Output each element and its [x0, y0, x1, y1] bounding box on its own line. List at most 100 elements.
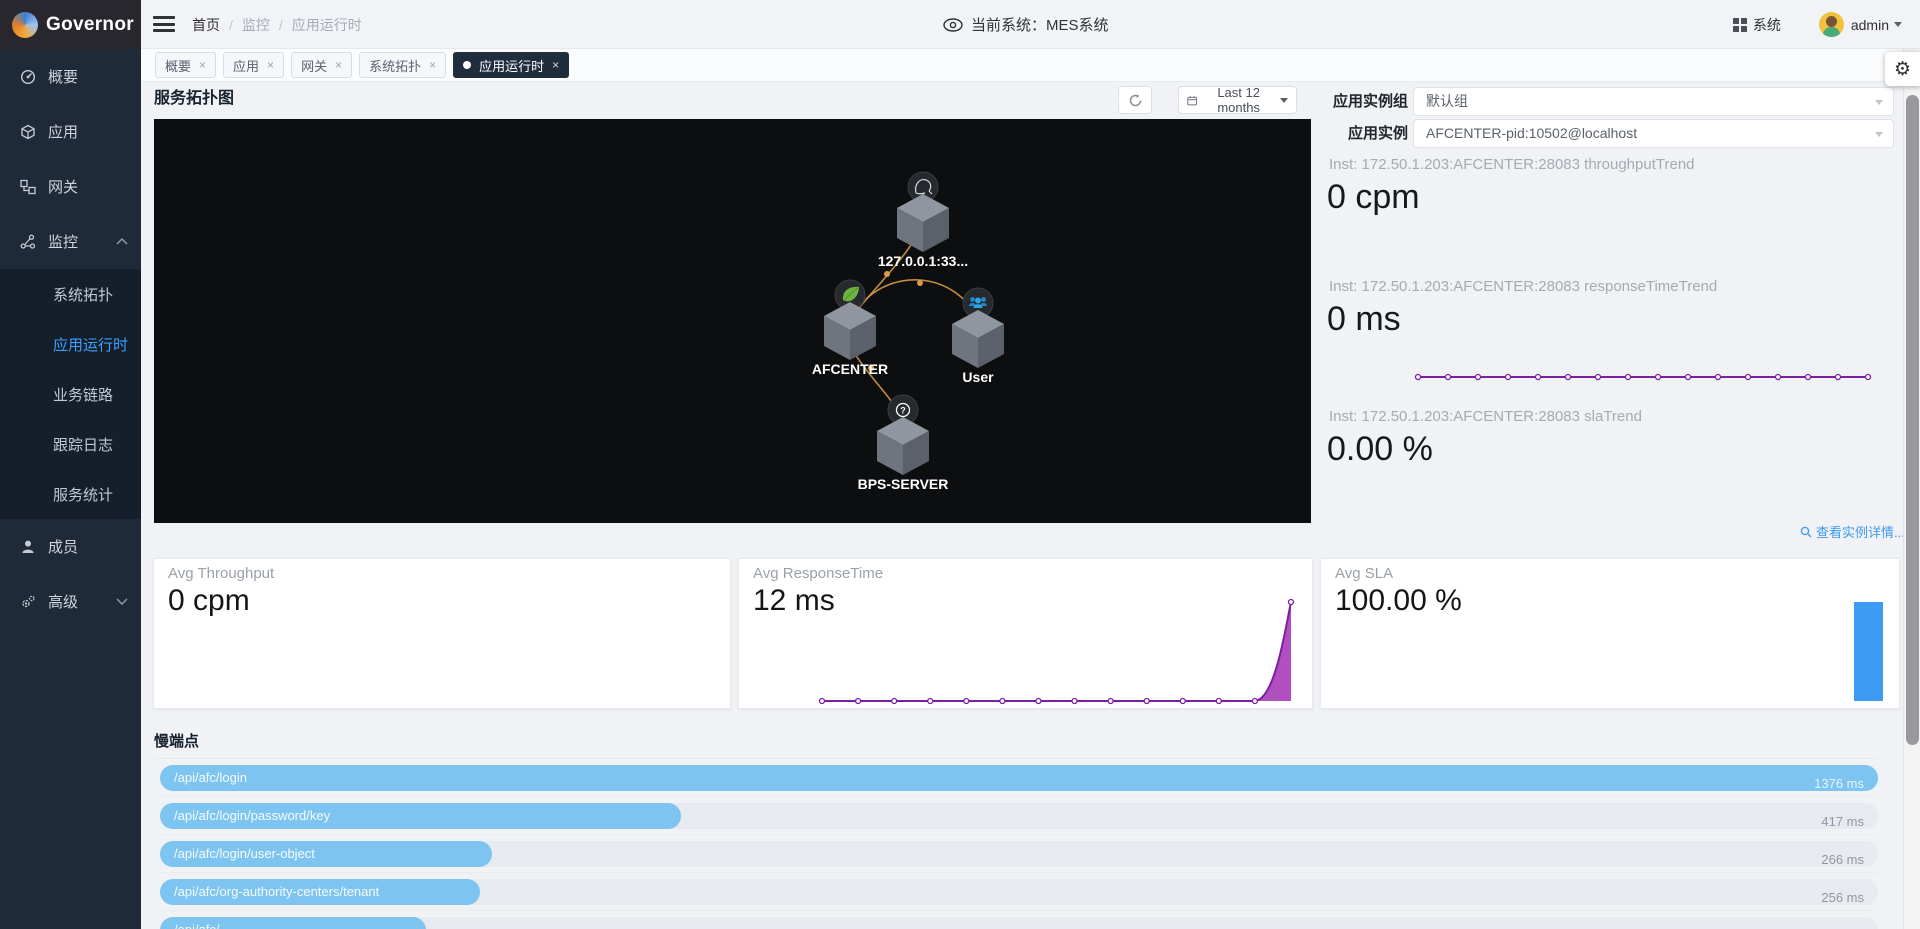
endpoint-bar: /api/afc/org-authority-centers/tenant [160, 879, 480, 905]
endpoint-value: 266 ms [1821, 847, 1864, 873]
instance-group-select[interactable]: 默认组 [1413, 87, 1894, 116]
edge-direction-dot [917, 280, 923, 286]
trend-point [1686, 375, 1691, 380]
endpoint-row[interactable]: /api/afc/login1376 ms [160, 759, 1878, 797]
area-point [892, 699, 897, 704]
endpoint-row[interactable]: /api/afc/… [160, 911, 1878, 929]
endpoint-row[interactable]: /api/afc/login/password/key 417 ms [160, 797, 1878, 835]
breadcrumb-home[interactable]: 首页 [192, 15, 220, 35]
sidebar-item-成员[interactable]: 成员 [0, 519, 141, 574]
settings-gear-icon[interactable]: ⚙ [1885, 52, 1920, 86]
trend-point [1776, 375, 1781, 380]
system-menu[interactable]: 系统 [1733, 15, 1781, 35]
sidebar-item-label: 网关 [48, 176, 78, 197]
refresh-button[interactable] [1118, 86, 1152, 114]
tab-close-icon[interactable]: × [429, 58, 436, 72]
time-range-label: Last 12 months [1203, 85, 1274, 115]
svg-text:?: ? [900, 405, 906, 415]
time-range-button[interactable]: Last 12 months [1178, 86, 1297, 114]
logo-icon [12, 12, 38, 38]
area-point [856, 699, 861, 704]
area-point [1000, 699, 1005, 704]
service-topology-panel[interactable]: 127.0.0.1:33... AFCENTER User? BPS-SERVER [154, 119, 1311, 523]
menu-toggle-icon[interactable] [153, 14, 175, 34]
breadcrumb-current: 应用运行时 [292, 15, 362, 35]
endpoint-label: /api/afc/login/password/key [174, 803, 330, 829]
user-caret-icon[interactable] [1894, 22, 1902, 27]
responsetime-trend-chart [1414, 370, 1872, 384]
sla-trend-caption: Inst: 172.50.1.203:AFCENTER:28083 slaTre… [1329, 408, 1642, 425]
sidebar-item-label: 成员 [48, 536, 78, 557]
view-instance-detail-link[interactable]: 查看实例详情... [1800, 522, 1903, 541]
avatar[interactable] [1819, 12, 1844, 37]
card-title: Avg SLA [1335, 565, 1393, 582]
advanced-icon [20, 594, 36, 610]
endpoint-track: /api/afc/login/user-object266 ms [160, 841, 1878, 867]
endpoint-label: /api/afc/login [174, 765, 247, 791]
node-label: 127.0.0.1:33... [878, 253, 968, 269]
slow-endpoints-title: 慢端点 [154, 730, 199, 751]
instance-select[interactable]: AFCENTER-pid:10502@localhost [1413, 119, 1894, 148]
topology-node-127.0.0.1:33...[interactable]: 127.0.0.1:33... [878, 172, 968, 269]
app-root: Governor 首页 / 监控 / 应用运行时 当前系统：MES系统 系统 a… [0, 0, 1920, 929]
trend-point [1626, 375, 1631, 380]
endpoint-bar: /api/afc/login/user-object [160, 841, 492, 867]
tab-close-icon[interactable]: × [267, 58, 274, 72]
sidebar-subitem-业务链路[interactable]: 业务链路 [0, 369, 141, 419]
tab-close-icon[interactable]: × [335, 58, 342, 72]
endpoint-row[interactable]: /api/afc/org-authority-centers/tenant256… [160, 873, 1878, 911]
tab-3[interactable]: 网关× [291, 52, 352, 78]
trend-point [1806, 375, 1811, 380]
vertical-scrollbar[interactable] [1903, 49, 1920, 929]
trend-point [1746, 375, 1751, 380]
member-icon [20, 539, 36, 555]
topology-graph[interactable]: 127.0.0.1:33... AFCENTER User? BPS-SERVER [154, 119, 1311, 523]
tab-close-icon[interactable]: × [199, 58, 206, 72]
sidebar-subitem-应用运行时[interactable]: 应用运行时 [0, 319, 141, 369]
time-range-caret-icon [1280, 98, 1288, 103]
gateway-icon [20, 179, 36, 195]
tab-2[interactable]: 应用× [223, 52, 284, 78]
tab-5[interactable]: 应用运行时× [453, 52, 569, 78]
trend-point [1446, 375, 1451, 380]
area-point [1180, 699, 1185, 704]
sidebar-item-高级[interactable]: 高级 [0, 574, 141, 629]
topology-node-BPS-SERVER[interactable]: ? BPS-SERVER [858, 395, 949, 492]
current-system-label: 当前系统：MES系统 [971, 14, 1109, 35]
user-name[interactable]: admin [1851, 17, 1889, 33]
breadcrumb-monitor[interactable]: 监控 [242, 15, 270, 35]
trend-point [1416, 375, 1421, 380]
endpoint-track: /api/afc/login/password/key417 ms [160, 803, 1878, 829]
endpoint-row[interactable]: /api/afc/login/user-object 266 ms [160, 835, 1878, 873]
view-instance-detail-label: 查看实例详情... [1816, 522, 1903, 541]
node-label: User [962, 369, 994, 385]
area-point [1108, 699, 1113, 704]
topology-node-AFCENTER[interactable]: AFCENTER [812, 280, 888, 377]
tab-1[interactable]: 概要 × [155, 52, 216, 78]
tab-label: 概要 [165, 56, 191, 75]
endpoint-track: /api/afc/login1376 ms [160, 765, 1878, 791]
node-label: BPS-SERVER [858, 476, 949, 492]
sidebar-subitem-跟踪日志[interactable]: 跟踪日志 [0, 419, 141, 469]
instance-label: 应用实例 [1296, 119, 1408, 148]
sidebar-item-网关[interactable]: 网关 [0, 159, 141, 214]
endpoint-track: /api/afc/org-authority-centers/tenant256… [160, 879, 1878, 905]
area-point [1036, 699, 1041, 704]
endpoint-value: 417 ms [1821, 809, 1864, 835]
logo-text: Governor [46, 14, 134, 36]
scrollbar-thumb[interactable] [1906, 95, 1919, 745]
topology-node-User[interactable]: User [952, 288, 1004, 385]
sidebar-item-监控[interactable]: 监控 [0, 214, 141, 269]
logo: Governor [0, 0, 141, 49]
sidebar-item-概要[interactable]: 概要 [0, 49, 141, 104]
card-value: 12 ms [753, 584, 835, 618]
sidebar-subitem-系统拓扑[interactable]: 系统拓扑 [0, 269, 141, 319]
sidebar-subitem-服务统计[interactable]: 服务统计 [0, 469, 141, 519]
tab-4[interactable]: 系统拓扑× [359, 52, 446, 78]
sidebar-item-应用[interactable]: 应用 [0, 104, 141, 159]
eye-icon [943, 18, 963, 32]
tab-close-icon[interactable]: × [552, 58, 559, 72]
main-content: 服务拓扑图 Last 12 months 127.0.0.1:33...AFCE… [141, 82, 1903, 929]
cube-icon [877, 417, 929, 475]
endpoint-label: /api/afc/login/user-object [174, 841, 315, 867]
